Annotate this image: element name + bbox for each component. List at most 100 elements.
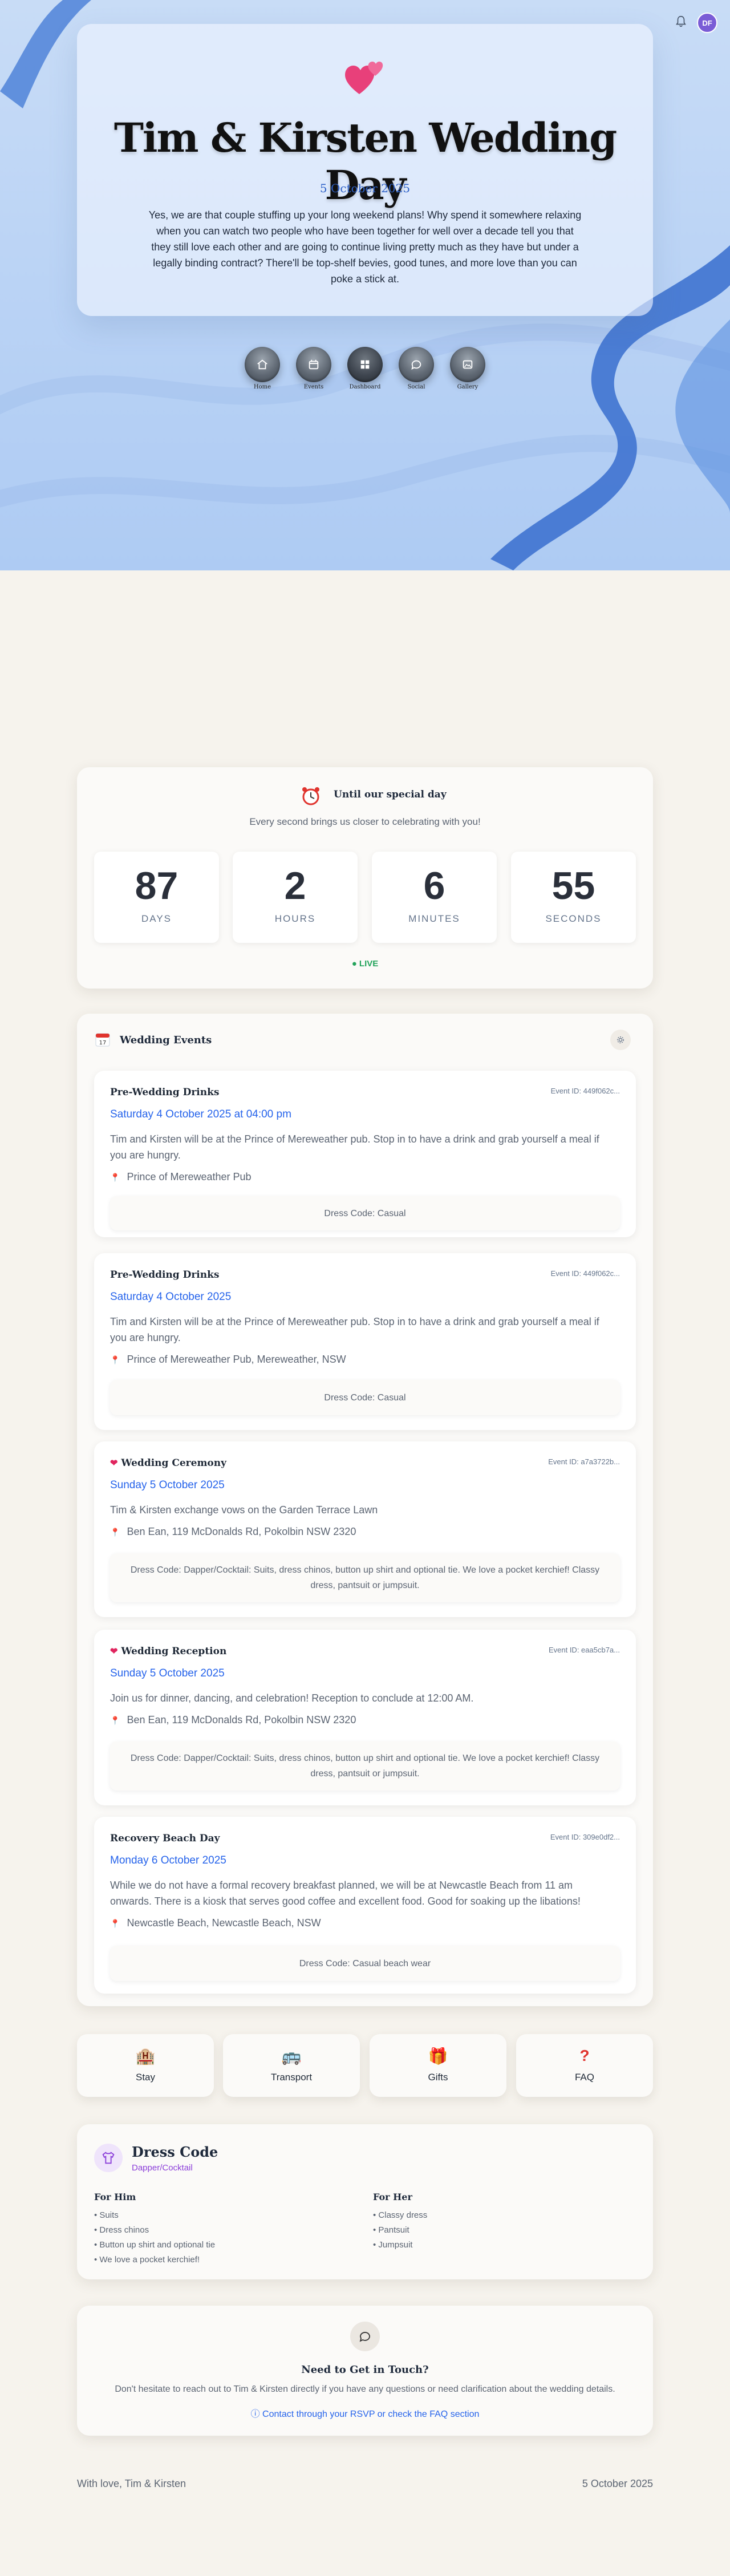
nav-item-events[interactable]: Events	[294, 347, 334, 390]
nav-label-gallery: Gallery	[457, 384, 478, 390]
gift-icon: 🎁	[428, 2047, 448, 2065]
event-card[interactable]: ❤ Wedding Ceremony Event ID: a7a3722b... …	[94, 1441, 636, 1617]
event-description: Tim and Kirsten will be at the Prince of…	[110, 1316, 599, 1343]
pin-icon: 📍	[110, 1173, 120, 1182]
event-date: Saturday 4 October 2025	[110, 1291, 232, 1303]
nav-label-events: Events	[303, 384, 324, 390]
quick-link-faq[interactable]: ? FAQ	[516, 2034, 653, 2097]
event-id: Event ID: eaa5cb7a...	[548, 1646, 620, 1654]
footer-date: 5 October 2025	[582, 2478, 653, 2489]
event-id: Event ID: a7a3722b...	[548, 1457, 620, 1466]
shirt-icon	[94, 2144, 123, 2172]
quick-link-gifts[interactable]: 🎁 Gifts	[370, 2034, 506, 2097]
countdown-days: 87 DAYS	[94, 852, 219, 943]
list-item: Jumpsuit	[373, 2238, 427, 2253]
image-icon	[463, 360, 473, 369]
event-dress-code: Dress Code: Dapper/Cocktail: Suits, dres…	[110, 1553, 620, 1602]
calendar-icon: 17	[95, 1033, 110, 1047]
event-title: ❤ Wedding Reception	[110, 1646, 226, 1657]
contact-link-text: Contact through your RSVP or check the F…	[262, 2409, 480, 2419]
event-location-text: Prince of Mereweather Pub, Mereweather, …	[127, 1354, 346, 1365]
countdown-days-label: DAYS	[141, 913, 172, 924]
event-date: Saturday 4 October 2025 at 04:00 pm	[110, 1108, 291, 1120]
countdown-seconds-label: SECONDS	[545, 913, 602, 924]
live-indicator: ● LIVE	[351, 959, 379, 969]
gear-icon	[617, 1036, 624, 1043]
chat-icon	[411, 360, 421, 370]
dress-code-him-heading: For Him	[94, 2192, 136, 2202]
event-location-text: Ben Ean, 119 McDonalds Rd, Pokolbin NSW …	[127, 1526, 356, 1537]
event-id: Event ID: 449f062c...	[550, 1087, 620, 1095]
nav-item-home[interactable]: Home	[242, 347, 282, 390]
bus-icon: 🚌	[281, 2047, 302, 2065]
hearts-icon	[345, 61, 383, 94]
contact-description: Don't hesitate to reach out to Tim & Kir…	[115, 2384, 615, 2394]
contact-title: Need to Get in Touch?	[301, 2364, 429, 2376]
event-id: Event ID: 449f062c...	[550, 1269, 620, 1278]
quick-link-label: Gifts	[428, 2072, 448, 2083]
svg-text:17: 17	[99, 1040, 107, 1046]
event-card[interactable]: ❤ Wedding Reception Event ID: eaa5cb7a...…	[94, 1630, 636, 1805]
event-location: 📍 Prince of Mereweather Pub, Mereweather,…	[110, 1354, 346, 1366]
event-date: Sunday 5 October 2025	[110, 1479, 225, 1491]
calendar-icon	[309, 359, 319, 370]
settings-button[interactable]	[610, 1030, 631, 1050]
event-description: Join us for dinner, dancing, and celebra…	[110, 1692, 474, 1704]
event-title: Pre-Wedding Drinks	[110, 1087, 220, 1098]
bell-icon[interactable]	[675, 15, 687, 27]
countdown-seconds-value: 55	[551, 864, 595, 908]
event-id: Event ID: 309e0df2...	[550, 1833, 620, 1841]
event-description: Tim & Kirsten exchange vows on the Garde…	[110, 1504, 378, 1516]
event-dress-code: Dress Code: Dapper/Cocktail: Suits, dres…	[110, 1741, 620, 1791]
footer-signature: With love, Tim & Kirsten	[77, 2478, 186, 2489]
event-description: Tim and Kirsten will be at the Prince of…	[110, 1133, 599, 1161]
quick-link-label: Transport	[270, 2072, 313, 2083]
event-description: While we do not have a formal recovery b…	[110, 1880, 581, 1907]
countdown-hours: 2 HOURS	[233, 852, 358, 943]
countdown-card: Until our special day Every second bring…	[77, 767, 653, 989]
list-item: Dress chinos	[94, 2223, 215, 2238]
event-location-text: Prince of Mereweather Pub	[127, 1171, 252, 1182]
list-item: Classy dress	[373, 2208, 427, 2223]
hero-description: Yes, we are that couple stuffing up your…	[148, 209, 582, 285]
countdown-hours-label: HOURS	[274, 913, 316, 924]
dress-code-title: Dress Code	[132, 2144, 218, 2160]
nav-label-dashboard: Dashboard	[349, 384, 381, 390]
list-item: Suits	[94, 2208, 215, 2223]
events-card: 17 Wedding Events Pre-Wedding Drinks Eve…	[77, 1014, 653, 2006]
nav-item-dashboard[interactable]: Dashboard	[345, 347, 385, 390]
alarm-clock-icon	[302, 787, 319, 805]
countdown-title: Until our special day	[334, 789, 447, 800]
event-date: Sunday 5 October 2025	[110, 1667, 225, 1679]
heart-icon: ❤	[110, 1457, 118, 1468]
list-item: Button up shirt and optional tie	[94, 2238, 215, 2253]
list-item: We love a pocket kerchief!	[94, 2253, 215, 2267]
event-dress-code: Dress Code: Casual beach wear	[110, 1946, 620, 1981]
event-location: 📍 Ben Ean, 119 McDonalds Rd, Pokolbin NSW…	[110, 1714, 356, 1726]
dress-code-her-heading: For Her	[373, 2192, 412, 2202]
dress-code-him: For Him Suits Dress chinos Button up shi…	[94, 2192, 215, 2267]
avatar[interactable]: DF	[697, 13, 717, 33]
pin-icon: 📍	[110, 1919, 120, 1928]
quick-link-stay[interactable]: 🏨 Stay	[77, 2034, 214, 2097]
event-location: 📍 Ben Ean, 119 McDonalds Rd, Pokolbin NSW…	[110, 1526, 356, 1538]
quick-link-transport[interactable]: 🚌 Transport	[223, 2034, 360, 2097]
dress-code-her: For Her Classy dress Pantsuit Jumpsuit	[373, 2192, 427, 2253]
event-location: 📍 Newcastle Beach, Newcastle Beach, NSW	[110, 1917, 321, 1929]
event-card[interactable]: Pre-Wedding Drinks Event ID: 449f062c...…	[94, 1071, 636, 1237]
grid-icon	[360, 360, 370, 369]
event-dress-code: Dress Code: Casual	[110, 1380, 620, 1415]
question-icon: ?	[579, 2047, 590, 2064]
pin-icon: 📍	[110, 1355, 120, 1364]
nav-item-social[interactable]: Social	[396, 347, 436, 390]
contact-link[interactable]: ⓘ Contact through your RSVP or check the…	[77, 2406, 653, 2420]
info-icon: ⓘ	[250, 2409, 263, 2419]
list-item: Pantsuit	[373, 2223, 427, 2238]
event-date: Monday 6 October 2025	[110, 1854, 226, 1866]
countdown-minutes-label: MINUTES	[408, 913, 460, 924]
hero-date: 5 October 2025	[319, 181, 411, 195]
nav-item-gallery[interactable]: Gallery	[448, 347, 488, 390]
event-card[interactable]: Pre-Wedding Drinks Event ID: 449f062c...…	[94, 1253, 636, 1430]
event-location-text: Ben Ean, 119 McDonalds Rd, Pokolbin NSW …	[127, 1714, 356, 1726]
event-card[interactable]: Recovery Beach Day Event ID: 309e0df2...…	[94, 1817, 636, 1994]
